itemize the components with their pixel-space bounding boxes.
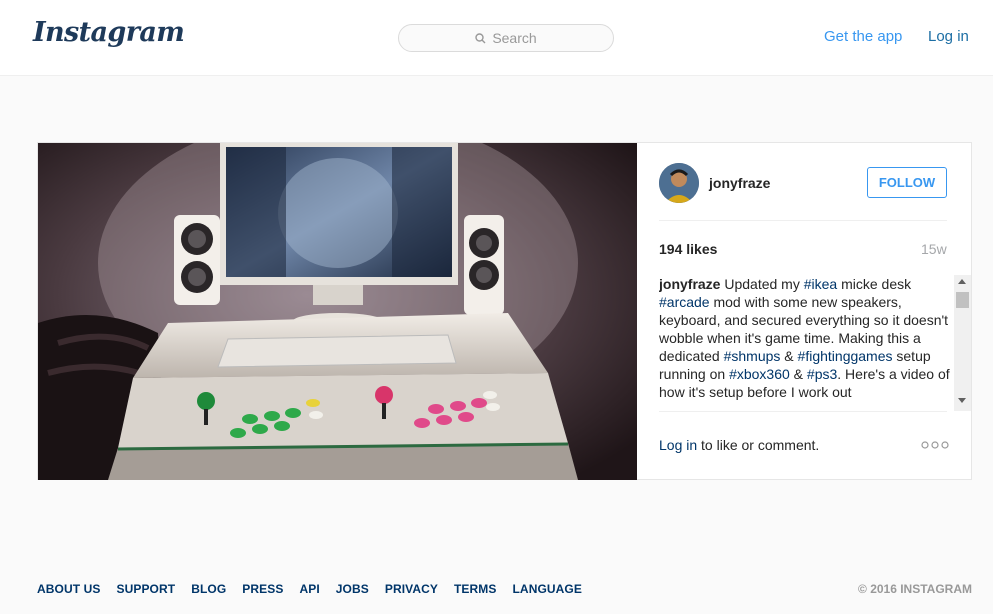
post-username[interactable]: jonyfraze: [709, 175, 770, 191]
more-options-icon[interactable]: [921, 441, 949, 449]
avatar[interactable]: [659, 163, 699, 203]
page-footer: ABOUT US SUPPORT BLOG PRESS API JOBS PRIVACY TE…: [37, 582, 972, 598]
copyright: © 2016 INSTAGRAM: [858, 582, 972, 596]
login-to-comment: Log in to like or comment.: [659, 437, 819, 453]
footer-link-jobs[interactable]: JOBS: [336, 582, 369, 596]
caption-body: Updated my #ikea micke desk #arcade mod …: [659, 276, 950, 400]
likes-count[interactable]: 194 likes: [659, 241, 717, 257]
post-card: jonyfraze FOLLOW 194 likes 15w jonyfraze…: [37, 142, 972, 480]
hashtag-link[interactable]: #arcade: [659, 294, 710, 310]
footer-link-terms[interactable]: TERMS: [454, 582, 497, 596]
footer-link-blog[interactable]: BLOG: [191, 582, 226, 596]
caption-container: jonyfraze Updated my #ikea micke desk #a…: [659, 275, 971, 411]
caption-text: &: [780, 348, 798, 364]
header-divider: [659, 220, 947, 221]
footer-link-support[interactable]: SUPPORT: [116, 582, 175, 596]
get-the-app-link[interactable]: Get the app: [824, 28, 902, 45]
scroll-thumb[interactable]: [956, 292, 969, 308]
caption-author[interactable]: jonyfraze: [659, 276, 720, 292]
post-timestamp[interactable]: 15w: [921, 241, 947, 257]
footer-link-about-us[interactable]: ABOUT US: [37, 582, 100, 596]
login-to-comment-text: to like or comment.: [697, 437, 820, 453]
hashtag-link[interactable]: #ps3: [807, 366, 837, 382]
hashtag-link[interactable]: #xbox360: [729, 366, 790, 382]
post-caption: jonyfraze Updated my #ikea micke desk #a…: [659, 275, 951, 411]
footer-links: ABOUT US SUPPORT BLOG PRESS API JOBS PRIVACY TE…: [37, 582, 598, 596]
login-to-comment-link[interactable]: Log in: [659, 437, 697, 453]
caption-scrollbar[interactable]: [954, 275, 971, 411]
login-link[interactable]: Log in: [928, 28, 969, 45]
search-input[interactable]: Search: [398, 24, 614, 52]
user-avatar-image: [659, 163, 699, 203]
comment-divider: [659, 411, 947, 412]
footer-link-api[interactable]: API: [299, 582, 319, 596]
post-photo[interactable]: [38, 143, 637, 480]
hashtag-link[interactable]: #shmups: [724, 348, 781, 364]
caption-text: Updated my: [720, 276, 804, 292]
search-icon: [475, 32, 486, 43]
footer-link-language[interactable]: LANGUAGE: [513, 582, 582, 596]
instagram-logo[interactable]: Instagram: [33, 17, 185, 48]
scroll-down-icon[interactable]: [958, 398, 966, 403]
caption-text: micke desk: [837, 276, 912, 292]
hashtag-link[interactable]: #fightinggames: [798, 348, 893, 364]
search-placeholder: Search: [492, 30, 537, 46]
post-sidebar: jonyfraze FOLLOW 194 likes 15w jonyfraze…: [637, 143, 972, 480]
arcade-desk-photo: [38, 143, 637, 480]
hashtag-link[interactable]: #ikea: [804, 276, 837, 292]
footer-link-press[interactable]: PRESS: [242, 582, 283, 596]
follow-button[interactable]: FOLLOW: [867, 167, 947, 198]
top-navigation-bar: Instagram Search Get the app Log in: [0, 0, 993, 76]
footer-link-privacy[interactable]: PRIVACY: [385, 582, 438, 596]
caption-text: &: [789, 366, 807, 382]
scroll-up-icon[interactable]: [958, 279, 966, 284]
